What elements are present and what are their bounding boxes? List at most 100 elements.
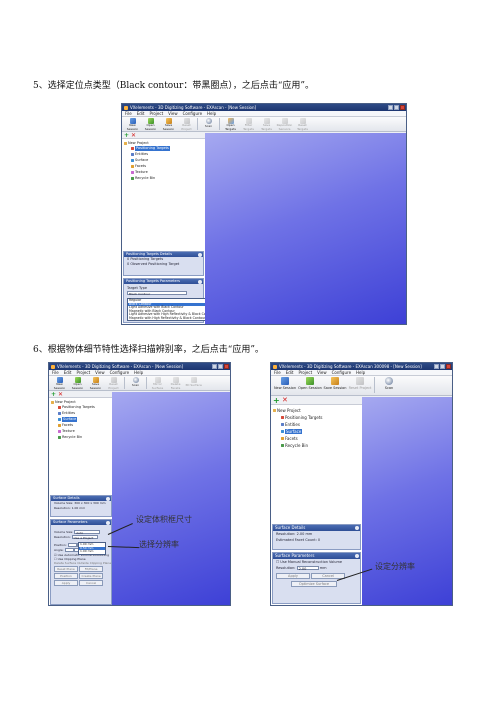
menu-project[interactable]: Project <box>149 111 163 116</box>
reset-plane-button[interactable]: Reset Plane <box>54 566 78 572</box>
tree-item-positioning-targets[interactable]: Positioning Targets <box>131 146 170 151</box>
add-icon[interactable]: + <box>273 396 280 405</box>
position-button[interactable]: Position <box>54 573 78 579</box>
tree-item-recycle-bin[interactable]: Recycle Bin <box>58 435 82 440</box>
open-session-button[interactable]: Open Session <box>142 118 159 131</box>
resolution-input[interactable]: 2.00 <box>296 566 319 571</box>
add-icon[interactable]: + <box>124 132 129 139</box>
apply-button[interactable]: Apply <box>276 573 310 579</box>
menu-edit[interactable]: Edit <box>137 111 145 116</box>
minimize-button[interactable] <box>434 364 439 369</box>
new-session-button[interactable]: New Session <box>51 377 68 390</box>
save-targets-button[interactable]: Save Targets <box>258 118 275 131</box>
menu-view[interactable]: View <box>95 370 105 375</box>
new-session-button[interactable]: New Session <box>273 377 297 395</box>
3d-viewport[interactable] <box>362 397 452 605</box>
tree-item-entities[interactable]: Entities <box>281 422 300 427</box>
filter-targets-button[interactable]: Filter Targets <box>240 118 257 131</box>
save-session-button[interactable]: Save Session <box>87 377 104 390</box>
maximize-button[interactable] <box>394 105 399 110</box>
collapse-icon[interactable] <box>106 520 110 525</box>
reposition-sensors-button[interactable]: Reposition Sensors <box>276 118 293 131</box>
open-targets-button[interactable]: Open Targets <box>222 118 239 131</box>
tree-item-entities[interactable]: Entities <box>58 411 75 416</box>
open-session-button[interactable]: Open Session <box>298 377 322 395</box>
delete-outside-checkbox[interactable]: Delete Surface Outside Clipping Plane <box>51 561 111 565</box>
angle-x-field[interactable] <box>64 548 74 552</box>
reset-project-button[interactable]: Reset Project <box>105 377 122 390</box>
save-session-button[interactable]: Save Session <box>323 377 347 395</box>
menu-configure[interactable]: Configure <box>332 370 351 375</box>
close-button[interactable] <box>446 364 451 369</box>
reset-project-button[interactable]: Reset Project <box>348 377 372 395</box>
collapse-icon[interactable] <box>106 496 110 501</box>
resolution-option[interactable]: 1.00 mm <box>79 549 105 554</box>
fit-plane-button[interactable]: Fit/Plane <box>79 566 104 572</box>
tree-item-facets[interactable]: Facets <box>58 423 73 428</box>
menu-help[interactable]: Help <box>356 370 365 375</box>
tree-item-positioning-targets[interactable]: Positioning Targets <box>58 405 95 410</box>
menu-file[interactable]: File <box>125 111 132 116</box>
tree-item-recycle-bin[interactable]: Recycle Bin <box>131 176 155 181</box>
menu-file[interactable]: File <box>274 370 281 375</box>
add-icon[interactable]: + <box>51 391 56 398</box>
surface-3d-button[interactable]: 3D Surface <box>185 377 202 390</box>
delete-icon[interactable]: ✕ <box>131 132 136 139</box>
optimize-surface-button[interactable]: Optimize Surface <box>291 581 337 587</box>
apply-button[interactable]: Apply <box>54 580 78 586</box>
volume-size-select[interactable]: Auto <box>74 530 101 535</box>
reset-targets-button[interactable]: Reset Targets <box>294 118 311 131</box>
tree-item-surface[interactable]: Surface <box>58 417 78 422</box>
target-type-select[interactable]: Black Contour <box>127 291 187 296</box>
menu-edit[interactable]: Edit <box>286 370 294 375</box>
create-plane-button[interactable]: Create Plane <box>79 573 104 579</box>
scan-button[interactable]: Scan <box>127 377 144 390</box>
maximize-button[interactable] <box>218 364 223 369</box>
tree-item-entities[interactable]: Entities <box>131 152 148 157</box>
tree-item-texture[interactable]: Texture <box>58 429 75 434</box>
menu-view[interactable]: View <box>317 370 327 375</box>
scan-button[interactable]: Scan <box>377 377 401 395</box>
minimize-button[interactable] <box>388 105 393 110</box>
menu-configure[interactable]: Configure <box>183 111 202 116</box>
menu-file[interactable]: File <box>52 370 59 375</box>
tree-item-surface[interactable]: Surface <box>281 429 303 434</box>
cancel-button[interactable]: Cancel <box>79 580 104 586</box>
tree-item-facets[interactable]: Facets <box>281 436 298 441</box>
reset-project-button[interactable]: Reset Project <box>178 118 195 131</box>
menu-project[interactable]: Project <box>76 370 90 375</box>
3d-viewport[interactable] <box>205 133 406 324</box>
menu-help[interactable]: Help <box>207 111 216 116</box>
close-button[interactable] <box>400 105 405 110</box>
mirror-surface-button[interactable]: Mirror Surface <box>149 377 166 390</box>
collapse-icon[interactable] <box>198 252 202 257</box>
tree-item-recycle-bin[interactable]: Recycle Bin <box>281 443 308 448</box>
menu-configure[interactable]: Configure <box>110 370 129 375</box>
menu-help[interactable]: Help <box>134 370 143 375</box>
collapse-icon[interactable] <box>198 279 202 284</box>
minimize-button[interactable] <box>212 364 217 369</box>
menu-project[interactable]: Project <box>298 370 312 375</box>
maximize-button[interactable] <box>440 364 445 369</box>
position-x-field[interactable] <box>67 543 77 547</box>
delete-icon[interactable]: ✕ <box>58 391 63 398</box>
scan-button[interactable]: Scan <box>200 118 217 131</box>
tree-item-facets[interactable]: Facets <box>131 164 146 169</box>
resolution-select[interactable]: Use a Project <box>71 535 98 540</box>
save-session-button[interactable]: Save Session <box>160 118 177 131</box>
delete-facets-button[interactable]: Delete Facets <box>167 377 184 390</box>
menu-edit[interactable]: Edit <box>64 370 72 375</box>
tree-item-positioning-targets[interactable]: Positioning Targets <box>281 415 323 420</box>
tree-item-texture[interactable]: Texture <box>131 170 148 175</box>
tree-root[interactable]: New Project <box>273 408 301 413</box>
delete-icon[interactable]: ✕ <box>282 396 288 405</box>
menu-view[interactable]: View <box>168 111 178 116</box>
3d-viewport[interactable] <box>112 392 230 605</box>
collapse-icon[interactable] <box>355 525 359 530</box>
option-magnetic-high-reflectivity[interactable]: Magnetic with High Reflectivity & Black … <box>128 316 211 321</box>
close-button[interactable] <box>224 364 229 369</box>
tree-item-surface[interactable]: Surface <box>131 158 148 163</box>
collapse-icon[interactable] <box>355 553 359 558</box>
open-session-button[interactable]: Open Session <box>69 377 86 390</box>
new-session-button[interactable]: New Session <box>124 118 141 131</box>
